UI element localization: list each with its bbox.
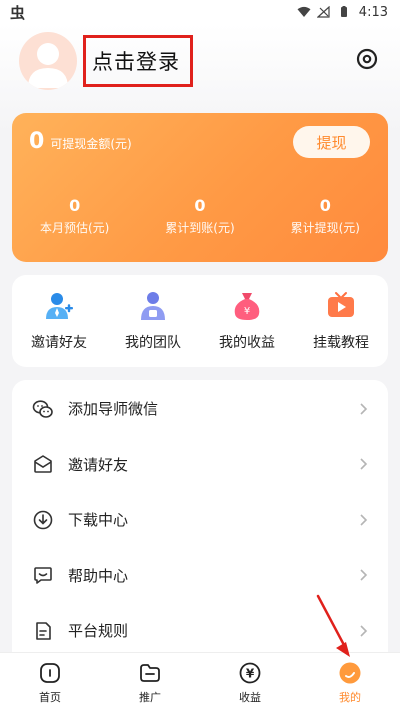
quick-label: 我的团队 [125,335,181,351]
withdraw-button[interactable]: 提现 [293,126,370,158]
quick-mount-tutorial[interactable]: 挂载教程 [294,290,388,352]
money-bag-icon: ¥ [234,293,260,320]
stat-label: 累计到账(元) [165,221,235,235]
menu-platform-rules[interactable]: 平台规则 [12,603,388,659]
chevron-right-icon [360,569,368,581]
withdrawable-value: 0 [29,129,45,154]
document-icon [36,621,51,640]
status-icons: 4:13 [297,5,388,20]
battery-icon [340,6,347,17]
menu-download-center[interactable]: 下载中心 [12,492,388,548]
menu-label: 平台规则 [68,622,129,641]
menu-add-mentor-wechat[interactable]: 添加导师微信 [12,381,388,437]
svg-text:¥: ¥ [246,666,255,680]
download-icon [33,510,53,530]
team-icon [141,292,165,320]
login-text: 点击登录 [92,50,180,74]
folder-icon [140,663,160,682]
menu-list: 添加导师微信 邀请好友 下载中心 帮助中心 平台规则 [12,380,388,660]
tab-earnings[interactable]: ¥ 收益 [200,653,300,712]
envelope-icon [34,455,52,474]
chevron-right-icon [360,403,368,415]
home-icon [40,662,60,683]
yen-coin-icon: ¥ [239,662,261,683]
stat-label: 累计提现(元) [290,221,360,235]
tab-label: 收益 [239,690,261,704]
chat-icon [34,567,52,585]
quick-label: 挂载教程 [313,335,369,351]
menu-help-center[interactable]: 帮助中心 [12,548,388,604]
menu-label: 添加导师微信 [68,400,159,419]
status-time: 4:13 [358,4,388,20]
profile-icon [339,662,361,683]
status-bar: 虫 4:13 [0,0,400,24]
menu-label: 帮助中心 [68,566,129,585]
signal-icon [316,6,330,18]
invite-user-icon [46,293,73,319]
chevron-right-icon [360,458,368,470]
tab-home[interactable]: 首页 [0,653,100,712]
svg-text:¥: ¥ [244,306,250,317]
stat-value: 0 [69,196,81,215]
tab-mine[interactable]: 我的 [300,653,400,712]
wifi-icon [297,6,311,17]
status-app-glyph: 虫 [10,3,26,22]
stat-total-withdrawn: 0 累计提现(元) [263,196,388,236]
tab-promote[interactable]: 推广 [100,653,200,712]
quick-my-earnings[interactable]: ¥ 我的收益 [200,290,294,352]
settings-button[interactable] [354,46,380,72]
quick-actions: 邀请好友 我的团队 ¥ 我的收益 挂载教程 [12,275,388,367]
tab-label: 我的 [339,690,361,704]
stat-value: 0 [194,196,206,215]
menu-label: 邀请好友 [68,455,129,474]
stat-value: 0 [319,196,331,215]
tab-label: 首页 [39,690,61,704]
profile-header: 点击登录 [0,24,400,104]
bottom-tab-bar: 首页 推广 ¥ 收益 我的 [0,652,400,712]
withdrawable-label: 可提现金额(元) [50,137,132,151]
default-user-icon [28,43,68,88]
menu-invite-friends[interactable]: 邀请好友 [12,437,388,493]
stat-label: 本月预估(元) [39,221,110,235]
withdrawable-amount: 0 可提现金额(元) [29,129,132,154]
login-link[interactable]: 点击登录 [83,35,193,87]
tab-label: 推广 [139,690,161,704]
quick-invite-friends[interactable]: 邀请好友 [12,290,106,352]
earnings-stats: 0 本月预估(元) 0 累计到账(元) 0 累计提现(元) [12,196,388,236]
earnings-card: 0 可提现金额(元) 提现 0 本月预估(元) 0 累计到账(元) 0 累计提现… [12,113,388,262]
settings-icon [356,48,378,70]
quick-label: 我的收益 [219,335,275,351]
avatar[interactable] [19,32,77,90]
quick-my-team[interactable]: 我的团队 [106,290,200,352]
stat-total-received: 0 累计到账(元) [137,196,262,236]
chevron-right-icon [360,625,368,637]
quick-label: 邀请好友 [31,335,87,351]
wechat-icon [32,400,53,418]
stat-monthly-estimate: 0 本月预估(元) [12,196,137,236]
tv-play-icon [328,292,354,317]
chevron-right-icon [360,514,368,526]
menu-label: 下载中心 [68,511,129,530]
